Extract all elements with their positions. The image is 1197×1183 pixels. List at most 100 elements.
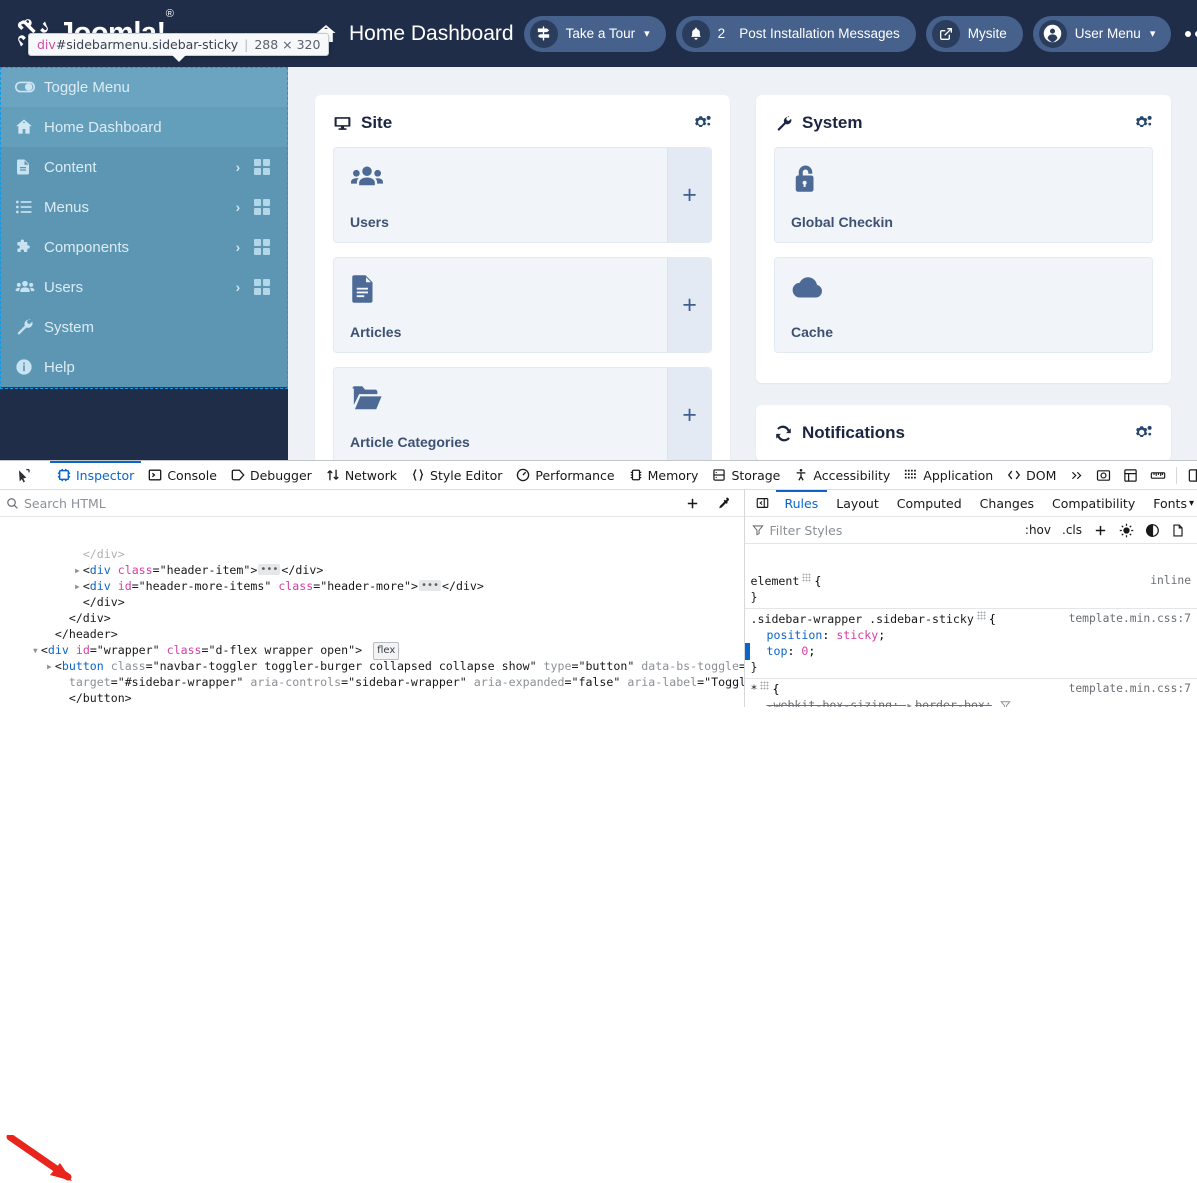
- moon-icon[interactable]: [1140, 523, 1165, 538]
- rules-tab-compatibility[interactable]: Compatibility: [1043, 490, 1144, 516]
- pane-toggle-icon[interactable]: [749, 496, 776, 510]
- expand-ellipsis-icon[interactable]: •••: [258, 564, 280, 575]
- devtools-tab-style-editor[interactable]: Style Editor: [404, 461, 509, 489]
- devtools-tab-network[interactable]: Network: [319, 461, 404, 489]
- hov-toggle[interactable]: :hov: [1020, 523, 1056, 537]
- add-user-button[interactable]: +: [667, 148, 711, 242]
- layout-icon[interactable]: [1117, 468, 1144, 483]
- sidebar-item-system[interactable]: System: [0, 307, 288, 347]
- css-property[interactable]: top: [767, 644, 788, 658]
- css-rule[interactable]: *{template.min.css:7-webkit-box-sizing: …: [745, 679, 1197, 707]
- rules-tab-computed[interactable]: Computed: [888, 490, 971, 516]
- tile-cache[interactable]: Cache: [774, 257, 1153, 353]
- css-property[interactable]: position: [767, 628, 823, 642]
- sidebar-item-users[interactable]: Users ›: [0, 267, 288, 307]
- devtools-tab-memory[interactable]: Memory: [622, 461, 706, 489]
- chevrons-right-icon[interactable]: [1063, 469, 1090, 482]
- devtools-tab-debugger[interactable]: Debugger: [224, 461, 319, 489]
- sidebar-item-toggle-menu[interactable]: Toggle Menu: [0, 67, 288, 107]
- search-input[interactable]: [24, 496, 224, 511]
- grid-icon[interactable]: [250, 279, 274, 295]
- twisty-icon[interactable]: ▸: [46, 658, 55, 674]
- css-rule-source[interactable]: inline: [1142, 573, 1191, 589]
- css-selector[interactable]: *: [751, 681, 758, 697]
- devtools-tab-inspector[interactable]: Inspector: [50, 461, 141, 489]
- cog-icon[interactable]: [692, 114, 712, 132]
- tile-global-checkin[interactable]: Global Checkin: [774, 147, 1153, 243]
- sidebar-item-menus[interactable]: Menus ›: [0, 187, 288, 227]
- cog-icon[interactable]: [1133, 424, 1153, 442]
- css-rule-source[interactable]: template.min.css:7: [1061, 611, 1191, 627]
- plus-icon[interactable]: [678, 496, 707, 511]
- rules-tab-layout[interactable]: Layout: [827, 490, 888, 516]
- twisty-icon[interactable]: ▸: [74, 562, 83, 578]
- css-property[interactable]: -webkit-box-sizing: [767, 698, 893, 707]
- devtools-tab-dom[interactable]: DOM: [1000, 461, 1063, 489]
- markup-node[interactable]: ▸<div id="header-more-items" class="head…: [0, 578, 744, 594]
- css-rules-list[interactable]: element{inline}.sidebar-wrapper .sidebar…: [745, 571, 1197, 707]
- rules-tab-rules[interactable]: Rules: [776, 490, 828, 516]
- sidebar-item-content[interactable]: Content ›: [0, 147, 288, 187]
- css-rule-source[interactable]: template.min.css:7: [1061, 681, 1191, 697]
- post-installation-messages-button[interactable]: 2 Post Installation Messages: [676, 16, 916, 52]
- expand-ellipsis-icon[interactable]: •••: [419, 580, 441, 591]
- devtools-tab-console[interactable]: Console: [141, 461, 224, 489]
- markup-node[interactable]: </div>: [0, 594, 744, 610]
- plus-icon[interactable]: [1088, 523, 1113, 538]
- tile-users[interactable]: Users +: [333, 147, 712, 243]
- print-media-icon[interactable]: [1166, 523, 1190, 538]
- sidebar-item-components[interactable]: Components ›: [0, 227, 288, 267]
- dock-icon[interactable]: [1181, 468, 1197, 483]
- screenshot-icon[interactable]: [1090, 468, 1117, 483]
- eyedropper-icon[interactable]: [709, 496, 738, 511]
- cls-toggle[interactable]: .cls: [1057, 523, 1087, 537]
- twisty-icon[interactable]: ▾: [32, 642, 41, 658]
- css-selector[interactable]: .sidebar-wrapper .sidebar-sticky: [751, 611, 974, 627]
- user-menu-button[interactable]: User Menu ▾: [1033, 16, 1172, 52]
- markup-node[interactable]: ▸<div class="header-item">•••</div>: [0, 562, 744, 578]
- measure-icon[interactable]: [1144, 468, 1172, 483]
- tile-articles[interactable]: Articles +: [333, 257, 712, 353]
- css-rule[interactable]: element{inline}: [745, 571, 1197, 609]
- devtools-tab-application[interactable]: Application: [897, 461, 1000, 489]
- element-picker-icon[interactable]: [10, 467, 36, 483]
- sun-icon[interactable]: [1114, 523, 1139, 538]
- grid-icon[interactable]: [250, 239, 274, 255]
- add-category-button[interactable]: +: [667, 368, 711, 460]
- css-declaration[interactable]: top: 0;: [745, 643, 1197, 659]
- add-article-button[interactable]: +: [667, 258, 711, 352]
- markup-node[interactable]: </div>: [0, 546, 744, 562]
- cog-icon[interactable]: [1133, 114, 1153, 132]
- devtools-tab-performance[interactable]: Performance: [509, 461, 621, 489]
- filter-styles-input[interactable]: [770, 523, 920, 538]
- markup-node[interactable]: </div>: [0, 610, 744, 626]
- css-value[interactable]: sticky: [836, 628, 878, 642]
- rules-tab-fonts[interactable]: Fonts: [1144, 490, 1189, 516]
- tile-article-categories[interactable]: Article Categories +: [333, 367, 712, 460]
- markup-node[interactable]: </button>: [0, 690, 744, 706]
- mysite-button[interactable]: Mysite: [926, 16, 1023, 52]
- sidebar-item-help[interactable]: Help: [0, 347, 288, 387]
- css-declaration[interactable]: position: sticky;: [745, 627, 1197, 643]
- twisty-icon[interactable]: ▸: [74, 578, 83, 594]
- filter-icon[interactable]: [1000, 699, 1011, 707]
- expand-shorthand-icon[interactable]: ▸: [906, 697, 915, 707]
- css-declaration[interactable]: -webkit-box-sizing: ▸border-box;: [745, 697, 1197, 707]
- sidebar-item-home-dashboard[interactable]: Home Dashboard: [0, 107, 288, 147]
- rules-tab-changes[interactable]: Changes: [971, 490, 1043, 516]
- markup-node[interactable]: ▾<div id="wrapper" class="d-flex wrapper…: [0, 642, 744, 658]
- css-rule[interactable]: .sidebar-wrapper .sidebar-sticky{templat…: [745, 609, 1197, 679]
- css-value[interactable]: 0: [801, 644, 808, 658]
- markup-node[interactable]: ▸<button class="navbar-toggler toggler-b…: [0, 658, 744, 674]
- chevron-down-icon[interactable]: ▾: [1189, 498, 1197, 509]
- css-selector[interactable]: element: [751, 573, 800, 589]
- devtools-tab-storage[interactable]: Storage: [705, 461, 787, 489]
- grid-icon[interactable]: [250, 159, 274, 175]
- markup-node[interactable]: </header>: [0, 626, 744, 642]
- markup-tree[interactable]: </div> ▸<div class="header-item">•••</di…: [0, 545, 744, 707]
- take-a-tour-button[interactable]: Take a Tour ▾: [524, 16, 666, 52]
- markup-node[interactable]: target="#sidebar-wrapper" aria-controls=…: [0, 674, 744, 690]
- more-options-icon[interactable]: [1185, 31, 1197, 37]
- grid-icon[interactable]: [250, 199, 274, 215]
- devtools-tab-accessibility[interactable]: Accessibility: [787, 461, 897, 489]
